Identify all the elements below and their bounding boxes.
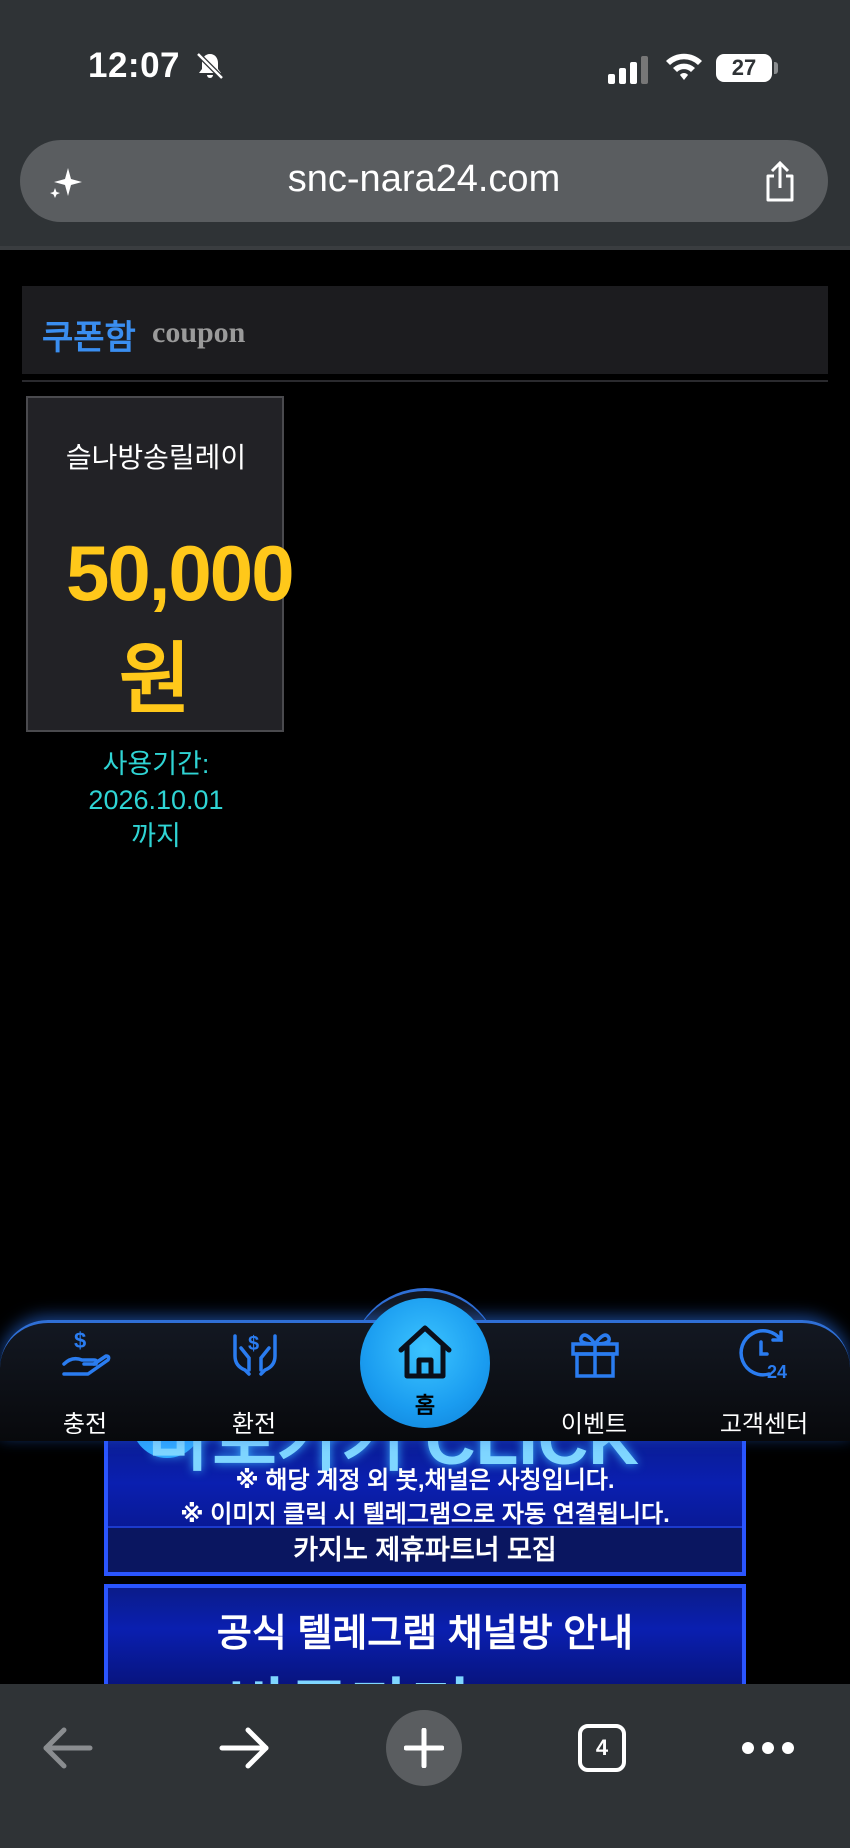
tabs-button[interactable]: 4: [578, 1724, 626, 1772]
validity-suffix: 까지: [131, 821, 181, 851]
deposit-icon: $: [62, 1328, 111, 1376]
page-subtitle: coupon: [152, 316, 246, 349]
svg-text:$: $: [248, 1333, 259, 1355]
back-arrow-icon[interactable]: [40, 1726, 94, 1770]
home-icon: [398, 1325, 452, 1379]
nav-label: 고객센터: [719, 1411, 809, 1438]
signal-icon: [608, 56, 648, 84]
withdraw-icon: $: [233, 1333, 277, 1376]
wifi-icon: [666, 53, 702, 80]
address-bar[interactable]: snc-nara24.com: [20, 140, 828, 222]
status-bar: 12:07 27: [0, 0, 850, 128]
nav-item-support[interactable]: 24 고객센터: [699, 1326, 829, 1438]
nav-label: 이벤트: [560, 1411, 628, 1438]
forward-arrow-icon[interactable]: [218, 1726, 272, 1770]
gift-icon: [571, 1333, 619, 1378]
coupon-currency: 원: [119, 635, 191, 723]
banner-title: 공식 텔레그램 채널방 안내: [216, 1613, 634, 1655]
url-text[interactable]: snc-nara24.com: [20, 158, 828, 201]
validity-label: 사용기간:: [102, 749, 210, 779]
coupon-validity: 사용기간: 2026.10.01 까지: [56, 746, 256, 854]
nav-item-home[interactable]: 홈: [360, 1298, 490, 1428]
new-tab-button[interactable]: [386, 1710, 462, 1786]
page-title: 쿠폰함: [42, 319, 136, 357]
nav-label: 충전: [62, 1411, 108, 1438]
coupon-amount: 50,000: [66, 529, 295, 617]
share-icon[interactable]: [760, 160, 800, 204]
coupon-name: 슬나방송릴레이: [65, 442, 247, 473]
nav-item-event[interactable]: 이벤트: [529, 1326, 659, 1438]
browser-address-area: snc-nara24.com: [0, 128, 850, 246]
banner-notice-line: ※ 이미지 클릭 시 텔레그램으로 자동 연결됩니다.: [180, 1501, 670, 1528]
nav-item-withdraw[interactable]: $ 환전: [189, 1326, 319, 1438]
coupon-section-header: 쿠폰함 coupon: [22, 286, 828, 374]
browser-toolbar: 4: [0, 1684, 850, 1848]
nav-label: 환전: [231, 1411, 277, 1438]
support-24-icon: 24: [739, 1329, 787, 1382]
telegram-banner[interactable]: 바로가기 CLICK ※ 해당 계정 외 봇,채널은 사칭입니다. ※ 이미지 …: [104, 1420, 746, 1576]
banner-notice-line: ※ 해당 계정 외 봇,채널은 사칭입니다.: [235, 1467, 615, 1494]
battery-cap: [774, 62, 778, 74]
divider: [22, 380, 828, 382]
telegram-channel-banner[interactable]: 공식 텔레그램 채널방 안내 바로가기 CLICK: [104, 1584, 746, 1694]
validity-date: 2026.10.01: [88, 785, 224, 815]
status-time: 12:07: [88, 46, 181, 85]
nav-label: 홈: [414, 1393, 436, 1418]
plus-icon: [404, 1728, 444, 1768]
svg-text:$: $: [74, 1328, 86, 1353]
battery-indicator: 27: [716, 54, 772, 82]
banner-footer: 카지노 제휴파트너 모집: [108, 1526, 742, 1572]
svg-text:24: 24: [767, 1362, 787, 1382]
more-icon[interactable]: [740, 1736, 796, 1760]
bell-off-icon: [196, 52, 224, 80]
divider: [0, 246, 850, 250]
nav-item-deposit[interactable]: $ 충전: [20, 1326, 150, 1438]
